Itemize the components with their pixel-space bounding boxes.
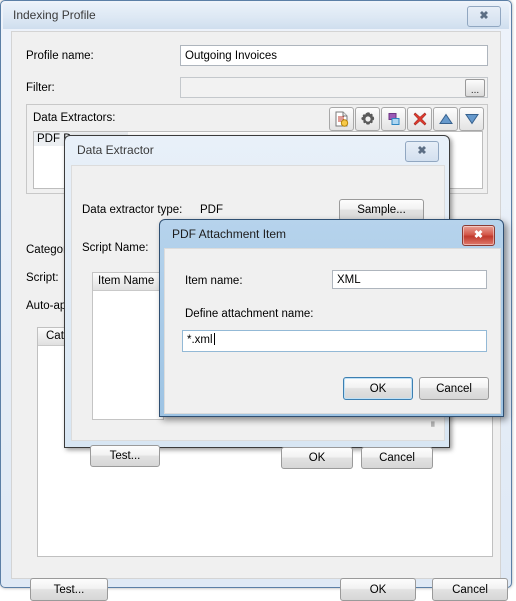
- pdf-attachment-item-dialog: PDF Attachment Item ✖ Item name: Define …: [159, 219, 504, 417]
- script-name-label: Script Name:: [82, 242, 149, 254]
- attachment-name-input[interactable]: *.xml: [182, 330, 487, 352]
- data-extractor-titlebar[interactable]: Data Extractor ✖: [67, 138, 447, 164]
- close-icon[interactable]: ✖: [467, 6, 501, 27]
- category-label: Categor: [26, 244, 67, 256]
- filter-input[interactable]: [180, 77, 488, 98]
- data-extractor-type-label: Data extractor type:: [82, 204, 183, 216]
- cancel-button[interactable]: Cancel: [432, 578, 508, 601]
- new-document-icon[interactable]: [329, 107, 354, 131]
- auto-apply-label: Auto-ap: [26, 300, 67, 312]
- item-name-label: Item name:: [185, 275, 243, 287]
- gear-icon[interactable]: [355, 107, 380, 131]
- resize-grip-icon[interactable]: ▘: [426, 423, 438, 437]
- data-extractors-toolbar: [329, 107, 484, 131]
- delete-x-icon[interactable]: [407, 107, 432, 131]
- page-title: Indexing Profile: [13, 8, 96, 22]
- define-attachment-name-label: Define attachment name:: [185, 308, 314, 320]
- data-extractors-label: Data Extractors:: [33, 112, 116, 124]
- attachment-name-value: *.xml: [187, 334, 213, 346]
- copy-icon[interactable]: [381, 107, 406, 131]
- cancel-button[interactable]: Cancel: [361, 447, 433, 469]
- ok-button[interactable]: OK: [343, 377, 413, 400]
- cancel-button[interactable]: Cancel: [419, 377, 489, 400]
- main-titlebar[interactable]: Indexing Profile ✖: [3, 3, 509, 29]
- test-button[interactable]: Test...: [90, 445, 160, 467]
- pdf-attachment-body: Item name: Define attachment name: *.xml…: [164, 248, 501, 414]
- script-label: Script:: [26, 272, 59, 284]
- text-caret: [213, 333, 215, 345]
- triangle-up-icon[interactable]: [433, 107, 458, 131]
- item-name-list[interactable]: Item Name: [92, 272, 164, 420]
- close-icon[interactable]: ✖: [462, 225, 495, 246]
- ok-button[interactable]: OK: [281, 447, 353, 469]
- test-button[interactable]: Test...: [30, 578, 108, 601]
- profile-name-label: Profile name:: [26, 50, 94, 62]
- sample-button[interactable]: Sample...: [339, 199, 424, 221]
- close-icon[interactable]: ✖: [405, 141, 439, 162]
- pdf-attachment-title: PDF Attachment Item: [172, 227, 287, 241]
- ok-button[interactable]: OK: [340, 578, 416, 601]
- data-extractor-title: Data Extractor: [77, 143, 154, 157]
- item-name-input[interactable]: [332, 270, 487, 289]
- filter-browse-button[interactable]: ...: [465, 79, 485, 97]
- data-extractor-type-value: PDF: [200, 204, 223, 216]
- triangle-down-icon[interactable]: [459, 107, 484, 131]
- filter-label: Filter:: [26, 82, 55, 94]
- item-name-column-header: Item Name: [93, 273, 163, 291]
- profile-name-input[interactable]: [180, 45, 488, 66]
- pdf-attachment-titlebar[interactable]: PDF Attachment Item ✖: [162, 222, 501, 248]
